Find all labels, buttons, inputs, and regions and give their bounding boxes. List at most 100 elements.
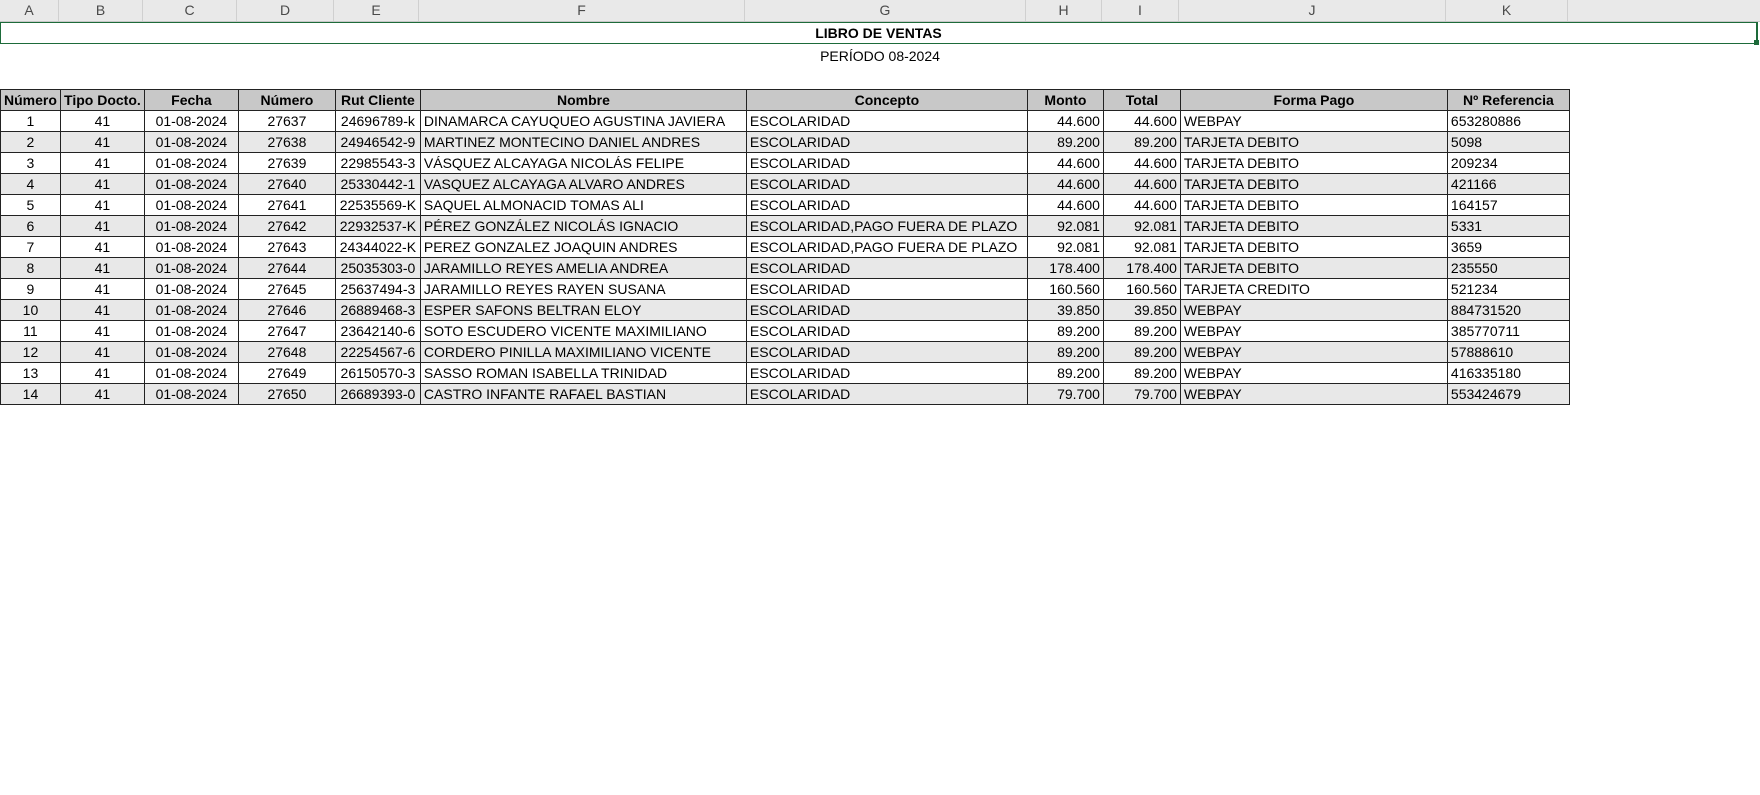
cell-forma-pago[interactable]: WEBPAY	[1179, 341, 1448, 363]
cell-forma-pago[interactable]: TARJETA DEBITO	[1179, 257, 1448, 279]
cell-fecha[interactable]: 01-08-2024	[143, 110, 239, 132]
cell-fecha[interactable]: 01-08-2024	[143, 383, 239, 405]
cell-tipo-docto[interactable]: 41	[59, 299, 145, 321]
cell-referencia[interactable]: 57888610	[1446, 341, 1570, 363]
header-nombre[interactable]: Nombre	[419, 89, 747, 111]
column-header-j[interactable]: J	[1179, 0, 1446, 21]
cell-nombre[interactable]: VASQUEZ ALCAYAGA ALVARO ANDRES	[419, 173, 747, 195]
cell-tipo-docto[interactable]: 41	[59, 173, 145, 195]
cell-rut-cliente[interactable]: 26150570-3	[334, 362, 421, 384]
cell-nombre[interactable]: JARAMILLO REYES AMELIA ANDREA	[419, 257, 747, 279]
cell-referencia[interactable]: 209234	[1446, 152, 1570, 174]
cell-forma-pago[interactable]: TARJETA DEBITO	[1179, 194, 1448, 216]
cell-fecha[interactable]: 01-08-2024	[143, 215, 239, 237]
cell-numero[interactable]: 12	[0, 341, 61, 363]
column-header-d[interactable]: D	[237, 0, 334, 21]
cell-referencia[interactable]: 5098	[1446, 131, 1570, 153]
cell-total[interactable]: 44.600	[1102, 110, 1181, 132]
cell-numero[interactable]: 10	[0, 299, 61, 321]
cell-tipo-docto[interactable]: 41	[59, 257, 145, 279]
cell-fecha[interactable]: 01-08-2024	[143, 341, 239, 363]
cell-concepto[interactable]: ESCOLARIDAD	[745, 152, 1028, 174]
cell-tipo-docto[interactable]: 41	[59, 194, 145, 216]
cell-monto[interactable]: 89.200	[1026, 341, 1104, 363]
cell-concepto[interactable]: ESCOLARIDAD	[745, 131, 1028, 153]
cell-numero-doc[interactable]: 27644	[237, 257, 336, 279]
cell-total[interactable]: 79.700	[1102, 383, 1181, 405]
cell-rut-cliente[interactable]: 25330442-1	[334, 173, 421, 195]
cell-rut-cliente[interactable]: 22254567-6	[334, 341, 421, 363]
column-header-f[interactable]: F	[419, 0, 745, 21]
cell-total[interactable]: 44.600	[1102, 152, 1181, 174]
cell-tipo-docto[interactable]: 41	[59, 320, 145, 342]
cell-rut-cliente[interactable]: 24344022-K	[334, 236, 421, 258]
cell-monto[interactable]: 92.081	[1026, 215, 1104, 237]
cell-monto[interactable]: 92.081	[1026, 236, 1104, 258]
header-tipo-docto[interactable]: Tipo Docto.	[59, 89, 145, 111]
cell-monto[interactable]: 44.600	[1026, 194, 1104, 216]
cell-fecha[interactable]: 01-08-2024	[143, 320, 239, 342]
column-header-k[interactable]: K	[1446, 0, 1568, 21]
cell-numero[interactable]: 8	[0, 257, 61, 279]
cell-numero[interactable]: 5	[0, 194, 61, 216]
cell-nombre[interactable]: DINAMARCA CAYUQUEO AGUSTINA JAVIERA	[419, 110, 747, 132]
cell-total[interactable]: 178.400	[1102, 257, 1181, 279]
cell-numero-doc[interactable]: 27638	[237, 131, 336, 153]
cell-rut-cliente[interactable]: 25035303-0	[334, 257, 421, 279]
cell-numero-doc[interactable]: 27642	[237, 215, 336, 237]
cell-concepto[interactable]: ESCOLARIDAD	[745, 257, 1028, 279]
cell-fecha[interactable]: 01-08-2024	[143, 194, 239, 216]
header-numero-doc[interactable]: Número	[237, 89, 336, 111]
cell-nombre[interactable]: ESPER SAFONS BELTRAN ELOY	[419, 299, 747, 321]
cell-referencia[interactable]: 5331	[1446, 215, 1570, 237]
cell-fecha[interactable]: 01-08-2024	[143, 131, 239, 153]
cell-nombre[interactable]: CORDERO PINILLA MAXIMILIANO VICENTE	[419, 341, 747, 363]
cell-rut-cliente[interactable]: 22932537-K	[334, 215, 421, 237]
column-header-c[interactable]: C	[143, 0, 237, 21]
cell-nombre[interactable]: MARTINEZ MONTECINO DANIEL ANDRES	[419, 131, 747, 153]
cell-nombre[interactable]: SASSO ROMAN ISABELLA TRINIDAD	[419, 362, 747, 384]
cell-total[interactable]: 92.081	[1102, 215, 1181, 237]
cell-forma-pago[interactable]: TARJETA DEBITO	[1179, 131, 1448, 153]
cell-tipo-docto[interactable]: 41	[59, 152, 145, 174]
cell-fecha[interactable]: 01-08-2024	[143, 173, 239, 195]
header-total[interactable]: Total	[1102, 89, 1181, 111]
header-fecha[interactable]: Fecha	[143, 89, 239, 111]
column-header-e[interactable]: E	[334, 0, 419, 21]
cell-numero-doc[interactable]: 27641	[237, 194, 336, 216]
header-numero[interactable]: Número	[0, 89, 61, 111]
cell-referencia[interactable]: 164157	[1446, 194, 1570, 216]
cell-tipo-docto[interactable]: 41	[59, 131, 145, 153]
cell-numero-doc[interactable]: 27639	[237, 152, 336, 174]
cell-forma-pago[interactable]: WEBPAY	[1179, 320, 1448, 342]
cell-forma-pago[interactable]: TARJETA CREDITO	[1179, 278, 1448, 300]
cell-monto[interactable]: 39.850	[1026, 299, 1104, 321]
cell-forma-pago[interactable]: TARJETA DEBITO	[1179, 173, 1448, 195]
cell-forma-pago[interactable]: WEBPAY	[1179, 110, 1448, 132]
cell-fecha[interactable]: 01-08-2024	[143, 152, 239, 174]
cell-monto[interactable]: 79.700	[1026, 383, 1104, 405]
cell-tipo-docto[interactable]: 41	[59, 236, 145, 258]
cell-numero[interactable]: 4	[0, 173, 61, 195]
cell-tipo-docto[interactable]: 41	[59, 110, 145, 132]
cell-forma-pago[interactable]: TARJETA DEBITO	[1179, 215, 1448, 237]
cell-numero-doc[interactable]: 27646	[237, 299, 336, 321]
cell-referencia[interactable]: 385770711	[1446, 320, 1570, 342]
cell-monto[interactable]: 160.560	[1026, 278, 1104, 300]
cell-forma-pago[interactable]: WEBPAY	[1179, 299, 1448, 321]
column-header-a[interactable]: A	[0, 0, 59, 21]
cell-rut-cliente[interactable]: 24696789-k	[334, 110, 421, 132]
cell-referencia[interactable]: 421166	[1446, 173, 1570, 195]
cell-numero-doc[interactable]: 27650	[237, 383, 336, 405]
cell-numero-doc[interactable]: 27645	[237, 278, 336, 300]
title-cell[interactable]: LIBRO DE VENTAS	[0, 22, 1758, 44]
cell-total[interactable]: 89.200	[1102, 341, 1181, 363]
cell-fecha[interactable]: 01-08-2024	[143, 362, 239, 384]
cell-forma-pago[interactable]: TARJETA DEBITO	[1179, 236, 1448, 258]
cell-rut-cliente[interactable]: 26889468-3	[334, 299, 421, 321]
cell-numero-doc[interactable]: 27647	[237, 320, 336, 342]
cell-numero[interactable]: 11	[0, 320, 61, 342]
cell-nombre[interactable]: JARAMILLO REYES RAYEN SUSANA	[419, 278, 747, 300]
cell-tipo-docto[interactable]: 41	[59, 362, 145, 384]
cell-monto[interactable]: 89.200	[1026, 320, 1104, 342]
